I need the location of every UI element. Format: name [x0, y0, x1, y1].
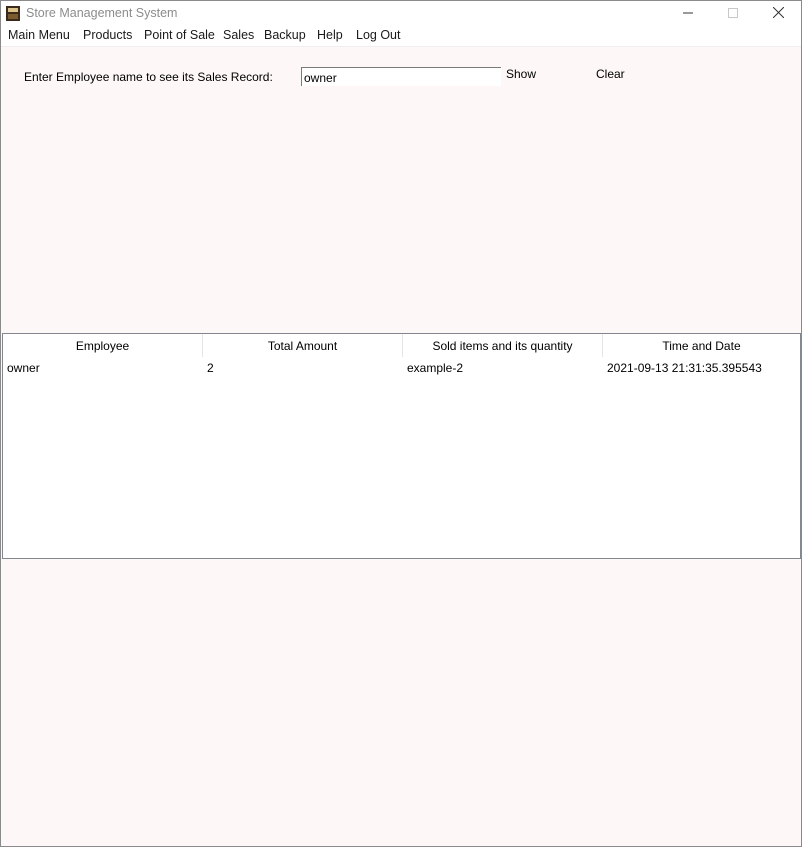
cash-register-icon — [6, 6, 20, 21]
cell-time-and-date: 2021-09-13 21:31:35.395543 — [607, 361, 762, 375]
menu-point-of-sale[interactable]: Point of Sale — [144, 28, 215, 42]
show-button[interactable]: Show — [506, 67, 536, 81]
minimize-button[interactable] — [665, 1, 711, 27]
menu-log-out[interactable]: Log Out — [356, 28, 400, 42]
column-header-time-and-date[interactable]: Time and Date — [603, 334, 800, 357]
app-window: Store Management System Main Menu Produc… — [0, 0, 802, 847]
employee-search-label: Enter Employee name to see its Sales Rec… — [24, 70, 273, 84]
sales-record-table[interactable]: Employee Total Amount Sold items and its… — [2, 333, 801, 559]
cell-employee: owner — [7, 361, 40, 375]
menu-products[interactable]: Products — [83, 28, 132, 42]
menu-sales[interactable]: Sales — [223, 28, 254, 42]
table-header: Employee Total Amount Sold items and its… — [3, 334, 800, 357]
employee-search-input[interactable] — [301, 67, 501, 86]
menu-main-menu[interactable]: Main Menu — [8, 28, 70, 42]
column-header-employee[interactable]: Employee — [3, 334, 203, 357]
column-header-total-amount[interactable]: Total Amount — [203, 334, 403, 357]
maximize-button[interactable] — [710, 1, 756, 27]
close-button[interactable] — [755, 1, 801, 27]
maximize-icon — [728, 5, 738, 23]
cell-sold-items: example-2 — [407, 361, 464, 375]
table-row[interactable]: owner 2 example-2 2021-09-13 21:31:35.39… — [3, 358, 800, 378]
window-title: Store Management System — [26, 6, 178, 20]
menu-backup[interactable]: Backup — [264, 28, 306, 42]
column-header-sold-items[interactable]: Sold items and its quantity — [403, 334, 603, 357]
menu-bar: Main Menu Products Point of Sale Sales B… — [1, 27, 801, 47]
clear-button[interactable]: Clear — [596, 67, 625, 81]
minimize-icon — [683, 5, 693, 23]
cell-total-amount: 2 — [207, 361, 214, 375]
menu-help[interactable]: Help — [317, 28, 343, 42]
title-bar[interactable]: Store Management System — [1, 1, 801, 27]
close-icon — [772, 5, 784, 23]
